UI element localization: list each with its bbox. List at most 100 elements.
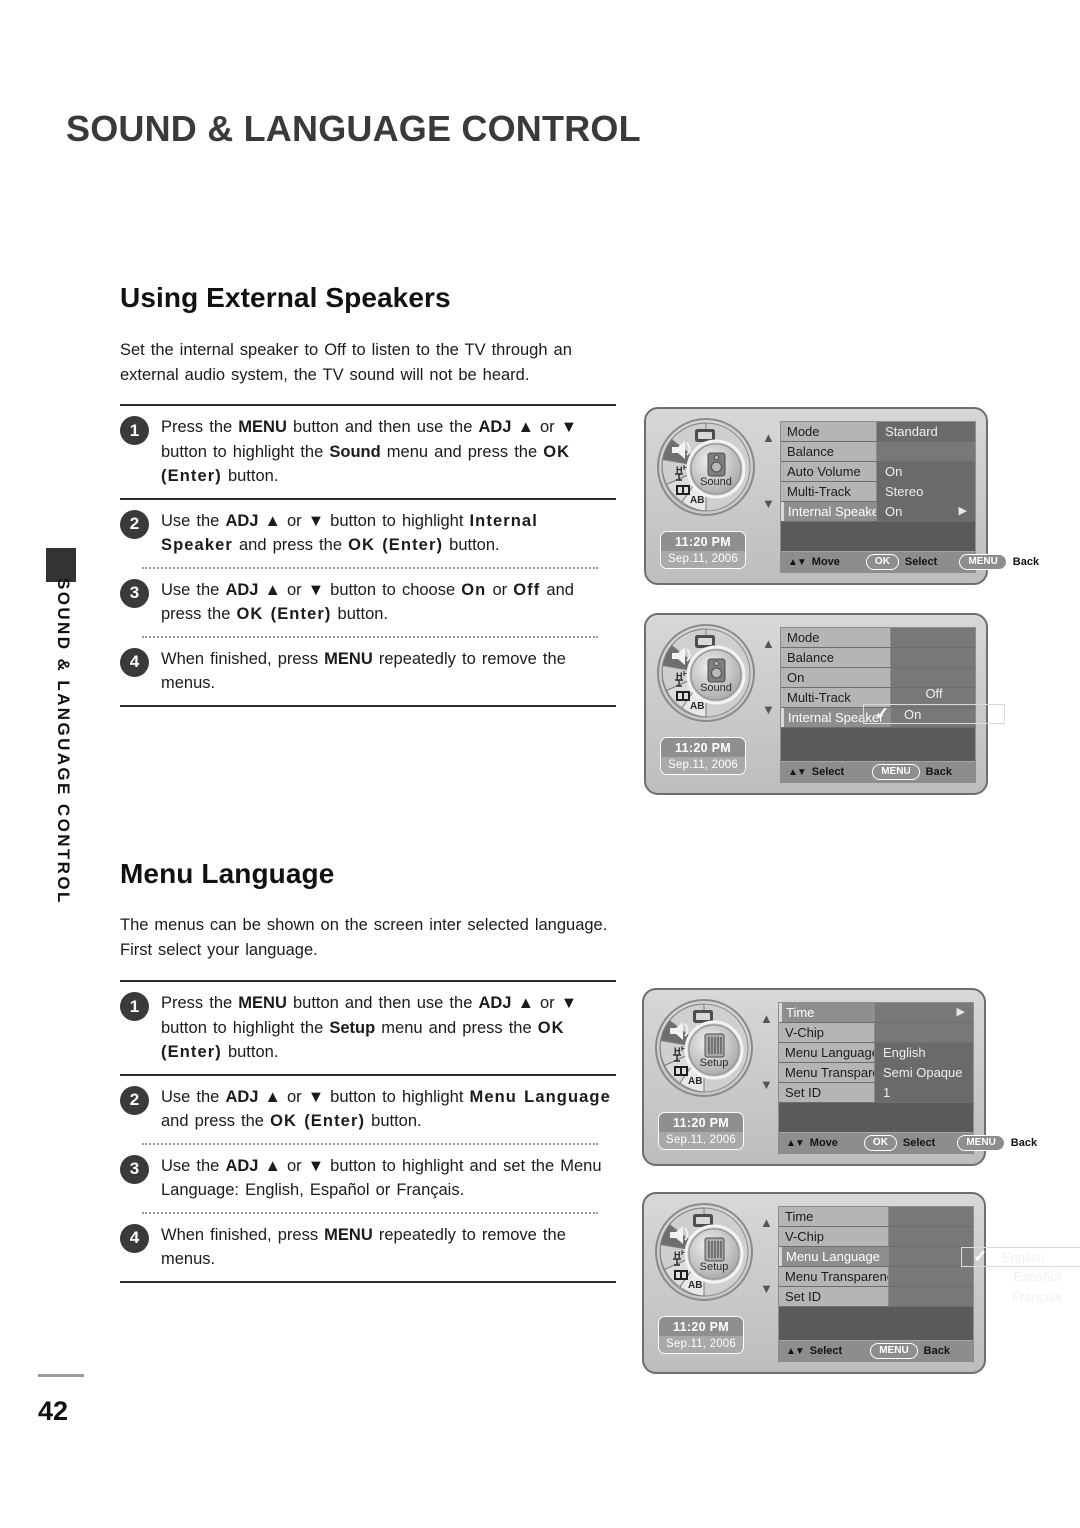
osd-menu-row[interactable]: Mode Standard	[781, 422, 975, 442]
step-item: 4 When finished, press MENU repeatedly to…	[120, 638, 616, 705]
osd-footer-hints: ▲▼ Move OK Select MENU Back	[779, 1132, 1037, 1153]
osd-clock-time: 11:20 PM	[659, 1113, 743, 1132]
osd-menu-row[interactable]: Menu TransparencySemi Opaque	[779, 1063, 973, 1083]
caret-right-icon: ▶	[956, 1006, 965, 1018]
osd-option-label: English	[1002, 1250, 1045, 1265]
step-text: When finished, press MENU repeatedly to …	[161, 649, 566, 693]
osd-ok-button[interactable]: OK	[863, 1135, 897, 1151]
osd-menu-row-label: Menu Transparency	[779, 1267, 889, 1286]
check-icon: ✓	[875, 704, 890, 723]
osd-menu-row-value: English	[875, 1043, 973, 1062]
caret-right-icon: ▶	[958, 505, 967, 517]
osd-menu-button[interactable]: MENU	[870, 1343, 918, 1359]
steps-list-using-external-speakers: 1 Press the MENU button and then use the …	[120, 404, 616, 707]
page-title: SOUND & LANGUAGE CONTROL	[66, 108, 641, 149]
arrow-up-icon: ▲	[762, 430, 775, 445]
osd-screenshot-setup-menu: H H AB Setup ▲ ▼ 11:20 PM Sep.11, 2006 Time ▶ V-Ch…	[642, 988, 1037, 1166]
osd-menu-row-label: Multi-Track	[781, 482, 877, 501]
osd-option-item[interactable]: ✓ English	[961, 1247, 1080, 1267]
osd-menu-row-value	[891, 648, 975, 667]
steps-bottom-rule	[120, 704, 616, 707]
osd-footer-nav-label: Select	[809, 1345, 843, 1357]
step-text: Use the ADJ ▲ or ▼ button to highlight M…	[161, 1087, 611, 1131]
osd-footer-select-label: Select	[904, 556, 938, 568]
osd-menu-row-label: Set ID	[779, 1287, 889, 1306]
osd-menu-row[interactable]: Menu Language	[779, 1247, 973, 1267]
osd-menu-row[interactable]: Menu Language English	[779, 1043, 973, 1063]
step-number-badge: 2	[120, 509, 149, 539]
osd-option-item[interactable]: Français	[961, 1287, 1080, 1307]
osd-menu-row[interactable]: Auto Volume On	[781, 462, 975, 482]
section-intro-menu-language: The menus can be shown on the screen int…	[120, 916, 608, 959]
osd-ok-button[interactable]: OK	[865, 554, 899, 570]
osd-option-label: On	[904, 707, 922, 722]
osd-menu-row[interactable]: Balance	[781, 648, 975, 668]
svg-text:Sound: Sound	[700, 682, 732, 694]
page-number-rule	[38, 1374, 84, 1377]
osd-menu-button[interactable]: MENU	[957, 1135, 1005, 1151]
osd-footer-hints: ▲▼ Select MENU Back	[781, 761, 975, 782]
osd-menu-row[interactable]: V-Chip	[779, 1227, 973, 1247]
osd-option-item[interactable]: Español	[961, 1267, 1080, 1287]
osd-clock: 11:20 PM Sep.11, 2006	[658, 1316, 744, 1354]
step-item: 3 Use the ADJ ▲ or ▼ button to highlight …	[120, 1145, 616, 1212]
osd-menu-row-label: Auto Volume	[781, 462, 877, 481]
step-text: Use the ADJ ▲ or ▼ button to choose On o…	[161, 580, 574, 624]
osd-menu-row[interactable]: Balance	[781, 442, 975, 462]
step-item: 2 Use the ADJ ▲ or ▼ button to highlight …	[120, 500, 616, 567]
step-text: Use the ADJ ▲ or ▼ button to highlight I…	[161, 511, 538, 555]
step-text: Press the MENU button and then use the A…	[161, 994, 578, 1061]
osd-clock-date: Sep.11, 2006	[659, 1336, 743, 1353]
osd-option-item[interactable]: ✓ On	[863, 704, 1005, 724]
osd-menu-row-label: Balance	[781, 648, 891, 667]
svg-text:AB: AB	[688, 1280, 702, 1291]
osd-menu-row[interactable]: V-Chip	[779, 1023, 973, 1043]
osd-menu-row-value	[891, 628, 975, 647]
osd-footer-back-label: Back	[1010, 1137, 1038, 1149]
section-intro-using-external-speakers: Set the internal speaker to Off to liste…	[120, 341, 572, 384]
osd-footer-back-label: Back	[923, 1345, 950, 1357]
osd-nav-wheel-sound: H H AB Sound	[654, 415, 758, 519]
updown-arrows-icon: ▲▼	[788, 766, 807, 778]
osd-menu-row[interactable]: Set ID 1	[779, 1083, 973, 1103]
osd-menu-row-label: Menu Language	[779, 1247, 889, 1266]
osd-menu-row-value: 1	[875, 1083, 973, 1102]
arrow-down-icon: ▼	[760, 1281, 773, 1296]
osd-menu-row[interactable]: Mode	[781, 628, 975, 648]
osd-menu-row[interactable]: Internal Speaker On ▶	[781, 502, 975, 522]
osd-menu-button[interactable]: MENU	[872, 764, 920, 780]
osd-menu-row[interactable]: Set ID	[779, 1287, 973, 1307]
osd-menu-row-label: Time	[779, 1003, 875, 1022]
osd-menu-button[interactable]: MENU	[959, 554, 1007, 570]
osd-nav-wheel-setup: H H AB Setup	[652, 996, 756, 1100]
osd-menu-row[interactable]: Menu Transparency	[779, 1267, 973, 1287]
arrow-up-icon: ▲	[762, 636, 775, 651]
osd-menu-row-label: Set ID	[779, 1083, 875, 1102]
page-number: 42	[38, 1396, 69, 1426]
osd-menu-panel: Time V-Chip Menu Language Menu Transparency…	[778, 1206, 1080, 1362]
osd-clock: 11:20 PM Sep.11, 2006	[658, 1112, 744, 1150]
osd-menu-row-label: Menu Transparency	[779, 1063, 875, 1082]
osd-menu-row-label: Time	[779, 1207, 889, 1226]
step-number-badge: 3	[120, 578, 149, 608]
updown-arrows-icon: ▲▼	[786, 1137, 805, 1149]
section-heading-menu-language: Menu Language	[120, 858, 335, 889]
osd-menu-row[interactable]: Multi-Track Stereo	[781, 482, 975, 502]
osd-clock: 11:20 PM Sep.11, 2006	[660, 531, 746, 569]
osd-menu-row-value: Standard	[877, 422, 975, 441]
osd-menu-row[interactable]: Time ▶	[779, 1003, 973, 1023]
osd-option-popup[interactable]: Off ✓ On	[863, 684, 1005, 724]
osd-option-popup[interactable]: ✓ English Español Français	[961, 1247, 1080, 1307]
step-number-badge: 1	[120, 992, 149, 1021]
step-item: 2 Use the ADJ ▲ or ▼ button to highlight …	[120, 1076, 616, 1143]
osd-menu-row-value: Semi Opaque	[875, 1063, 973, 1082]
osd-menu-row-label: V-Chip	[779, 1023, 875, 1042]
osd-option-item[interactable]: Off	[863, 684, 1005, 704]
osd-menu-row-value: Stereo	[877, 482, 975, 501]
osd-screenshot-sound-menu: H H AB Sound ▲ ▼ 11:20 PM Sep.11, 2006 Mode Stand…	[644, 407, 1039, 585]
osd-menu-row[interactable]: Time	[779, 1207, 973, 1227]
step-number-badge: 4	[120, 647, 149, 677]
arrow-down-icon: ▼	[762, 702, 775, 717]
osd-menu-row-value	[889, 1207, 973, 1226]
svg-text:AB: AB	[688, 1076, 702, 1087]
